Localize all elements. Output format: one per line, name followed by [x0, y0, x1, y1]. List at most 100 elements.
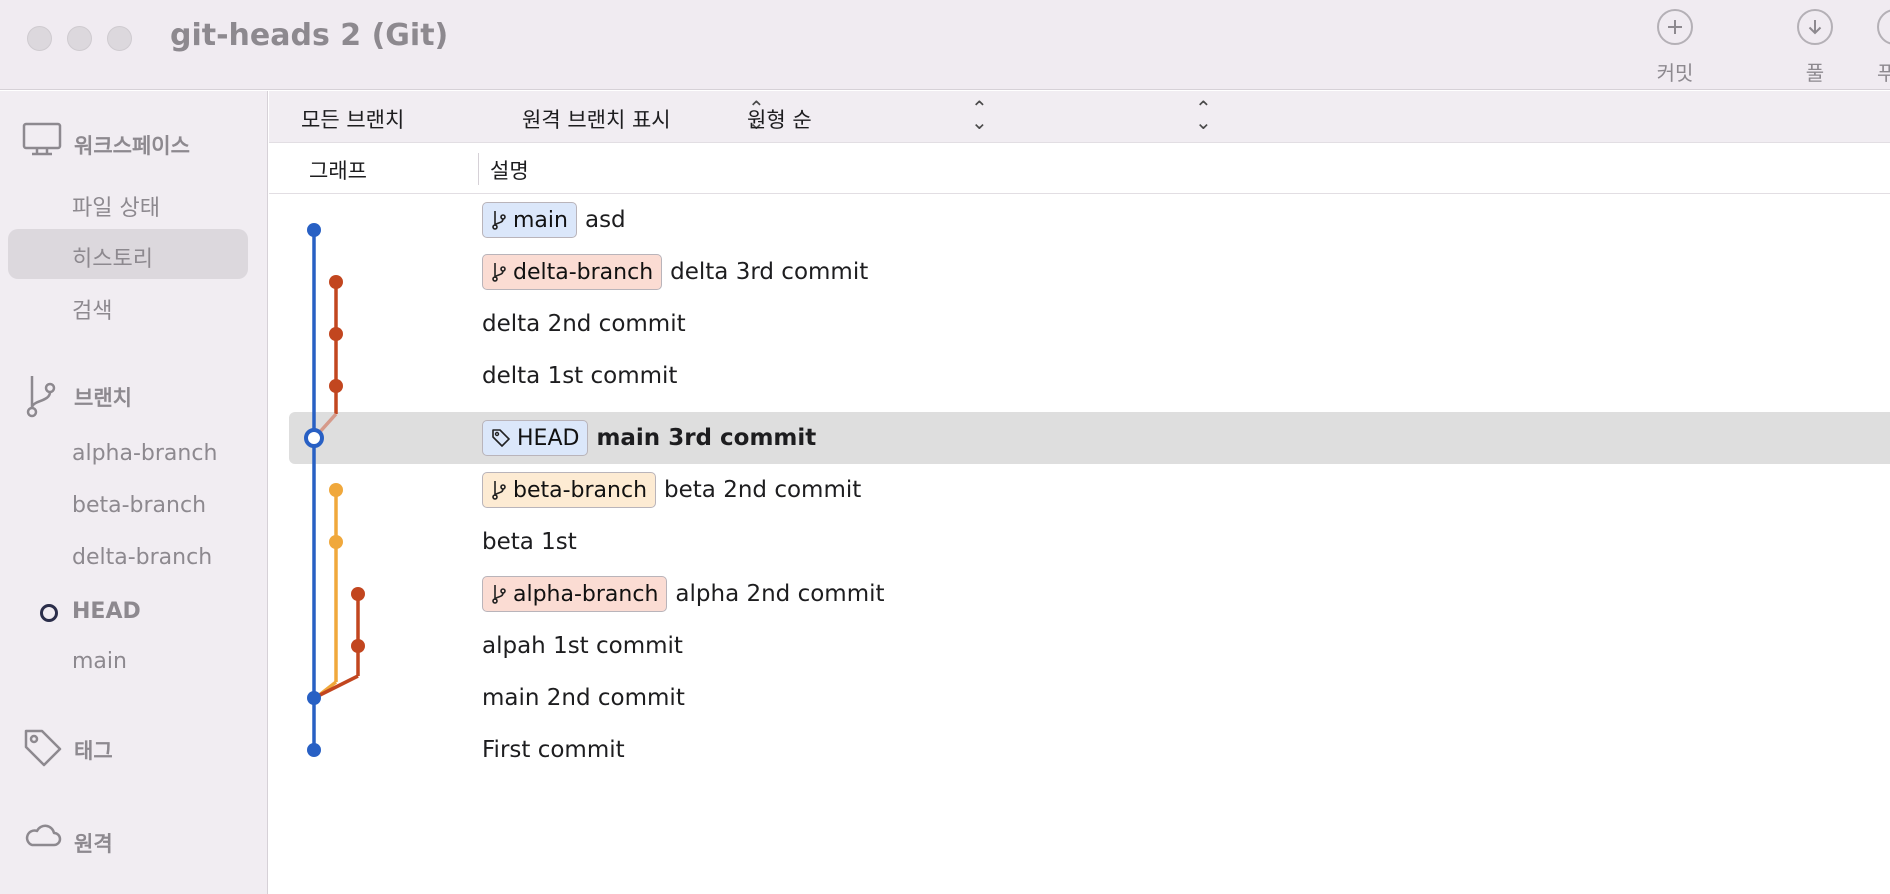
- commit-row[interactable]: delta-branch delta 3rd commit: [269, 246, 1890, 298]
- description-column-header[interactable]: 설명: [490, 155, 529, 185]
- sidebar-item-file-status[interactable]: 파일 상태: [8, 178, 248, 228]
- commit-row[interactable]: beta-branch beta 2nd commit: [269, 464, 1890, 516]
- commit-message: main 3rd commit: [596, 425, 817, 451]
- commit-message: First commit: [482, 737, 625, 763]
- commit-dot: [329, 483, 343, 497]
- commit-message: delta 2nd commit: [482, 311, 686, 337]
- graph-column-header[interactable]: 그래프: [309, 155, 367, 185]
- branches-section-header[interactable]: 브랜치: [0, 368, 268, 418]
- title-bar: git-heads 2 (Git) 커밋 풀 푸: [0, 0, 1890, 90]
- pull-button[interactable]: 풀: [1775, 9, 1855, 86]
- commit-dot: [307, 743, 321, 757]
- monitor-icon: [22, 122, 62, 162]
- sidebar-item-head[interactable]: HEAD: [8, 587, 248, 637]
- column-header: 그래프 설명: [269, 143, 1890, 194]
- sidebar-item-search[interactable]: 검색: [8, 281, 248, 331]
- sidebar-item-alpha-branch[interactable]: alpha-branch: [8, 429, 248, 479]
- ref-label: alpha-branch: [513, 581, 659, 607]
- tags-section-header[interactable]: 태그: [0, 721, 268, 771]
- commit-dot: [307, 691, 321, 705]
- tag-ref-badge[interactable]: HEAD: [482, 420, 589, 456]
- remote-branches-filter-label: 원격 브랜치 표시: [522, 108, 671, 132]
- commit-list: main asd delta-branch delta 3rd commit d…: [269, 194, 1890, 894]
- commit-message: alpha 2nd commit: [675, 581, 885, 607]
- sidebar-item-label: alpha-branch: [72, 441, 218, 466]
- arrow-down-icon: [1797, 9, 1833, 45]
- chevron-updown-icon: ⌃ ⌄: [1195, 96, 1212, 134]
- commit-graph: [304, 223, 365, 757]
- branch-icon: [491, 262, 507, 282]
- sidebar-item-history[interactable]: 히스토리: [8, 229, 248, 279]
- zoom-window-button[interactable]: [107, 26, 132, 51]
- current-branch-icon: [40, 604, 58, 622]
- commit-message: delta 1st commit: [482, 363, 678, 389]
- minimize-window-button[interactable]: [67, 26, 92, 51]
- branch-icon: [491, 584, 507, 604]
- column-divider[interactable]: [478, 153, 479, 185]
- sidebar-item-main[interactable]: main: [8, 637, 248, 687]
- sidebar-item-label: 히스토리: [72, 247, 153, 272]
- branches-filter-label: 모든 브랜치: [301, 108, 405, 132]
- branches-header-label: 브랜치: [74, 386, 132, 410]
- workspace-section-header[interactable]: 워크스페이스: [0, 116, 268, 166]
- order-filter-label: 원형 순: [747, 108, 812, 132]
- commit-row[interactable]: main asd: [269, 194, 1890, 246]
- branch-ref-badge[interactable]: delta-branch: [482, 254, 663, 290]
- commit-dot: [329, 275, 343, 289]
- close-window-button[interactable]: [27, 26, 52, 51]
- commit-row[interactable]: delta 1st commit: [269, 350, 1890, 402]
- commit-row[interactable]: alpha-branch alpha 2nd commit: [269, 568, 1890, 620]
- commit-row[interactable]: alpah 1st commit: [269, 620, 1890, 672]
- commit-row[interactable]: beta 1st: [269, 516, 1890, 568]
- sidebar-item-label: delta-branch: [72, 545, 213, 570]
- commit-message: main 2nd commit: [482, 685, 685, 711]
- push-label: 푸: [1877, 61, 1890, 85]
- order-filter-select[interactable]: 원형 순 ⌃ ⌄: [747, 96, 1217, 134]
- sidebar-item-delta-branch[interactable]: delta-branch: [8, 533, 248, 583]
- plus-icon: [1657, 9, 1693, 45]
- branch-ref-badge[interactable]: beta-branch: [482, 472, 657, 508]
- commit-dot: [307, 223, 321, 237]
- commit-dot: [329, 535, 343, 549]
- push-button[interactable]: 푸: [1855, 9, 1890, 86]
- branch-icon: [491, 210, 507, 230]
- branch-ref-badge[interactable]: alpha-branch: [482, 576, 668, 612]
- head-commit-dot: [304, 428, 324, 448]
- sidebar-item-beta-branch[interactable]: beta-branch: [8, 481, 248, 531]
- cloud-icon: [22, 820, 62, 854]
- commit-row-selected[interactable]: HEAD main 3rd commit: [289, 412, 1890, 464]
- commit-message: beta 2nd commit: [664, 477, 862, 503]
- branch-icon: [22, 374, 62, 422]
- commit-button[interactable]: 커밋: [1635, 9, 1715, 86]
- tag-icon: [22, 727, 64, 773]
- remotes-section-header[interactable]: 원격: [0, 814, 268, 864]
- commit-dot: [351, 587, 365, 601]
- commit-row[interactable]: main 2nd commit: [269, 672, 1890, 724]
- commit-dot: [329, 379, 343, 393]
- commit-row[interactable]: delta 2nd commit: [269, 298, 1890, 350]
- commit-message: beta 1st: [482, 529, 577, 555]
- pull-label: 풀: [1805, 61, 1825, 85]
- sidebar-item-label: main: [72, 649, 127, 674]
- branch-icon: [491, 480, 507, 500]
- ref-label: beta-branch: [513, 477, 648, 503]
- sidebar: 워크스페이스 파일 상태 히스토리 검색 브랜치 alpha-branch be…: [0, 91, 268, 894]
- commit-message: alpah 1st commit: [482, 633, 683, 659]
- commit-message: delta 3rd commit: [670, 259, 869, 285]
- remotes-header-label: 원격: [74, 832, 113, 856]
- commit-row[interactable]: First commit: [269, 724, 1890, 776]
- tags-header-label: 태그: [74, 739, 113, 763]
- commit-dot: [329, 327, 343, 341]
- ref-label: HEAD: [517, 425, 580, 451]
- sidebar-item-label: 검색: [72, 299, 113, 324]
- workspace-header-label: 워크스페이스: [74, 134, 190, 158]
- ref-label: delta-branch: [513, 259, 654, 285]
- sidebar-item-label: beta-branch: [72, 493, 207, 518]
- commit-dot: [351, 639, 365, 653]
- window-title: git-heads 2 (Git): [170, 18, 449, 53]
- arrow-up-icon: [1877, 9, 1890, 45]
- tag-icon: [491, 428, 511, 448]
- commit-label: 커밋: [1656, 61, 1694, 85]
- branch-ref-badge[interactable]: main: [482, 202, 577, 238]
- sidebar-item-label: 파일 상태: [72, 196, 160, 221]
